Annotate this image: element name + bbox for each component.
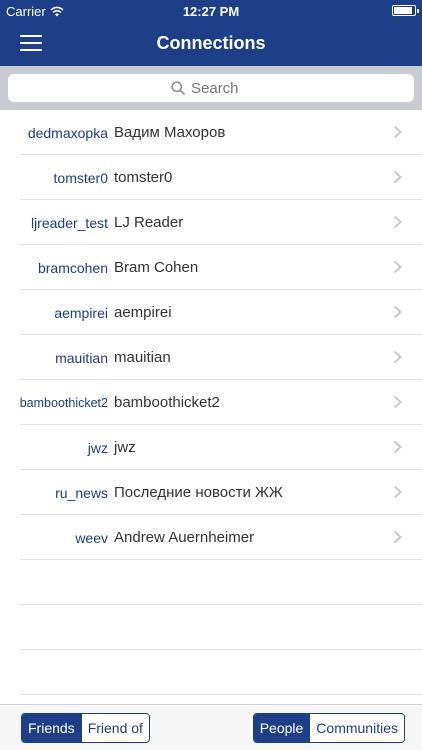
communities-tab[interactable]: Communities — [309, 714, 404, 742]
list-item[interactable]: ru_news Последние новости ЖЖ — [0, 470, 422, 515]
search-input[interactable] — [191, 79, 251, 97]
username-label: bamboothicket2 — [19, 395, 108, 410]
username-label: mauitian — [55, 349, 108, 366]
chevron-right-icon — [393, 395, 402, 409]
chevron-right-icon — [393, 305, 402, 319]
list-item[interactable]: dedmaxopka Вадим Махоров — [0, 110, 422, 155]
list-item[interactable]: ljreader_test LJ Reader — [0, 200, 422, 245]
status-time: 12:27 PM — [182, 4, 240, 19]
chevron-right-icon — [393, 440, 402, 454]
username-label: dedmaxopka — [27, 124, 108, 141]
empty-row — [0, 605, 422, 650]
list-item[interactable]: aempirei aempirei — [0, 290, 422, 335]
people-tab[interactable]: People — [253, 714, 310, 742]
display-name-label: Andrew Auernheimer — [114, 529, 255, 546]
friend-of-tab[interactable]: Friend of — [80, 714, 149, 742]
display-name-label: mauitian — [114, 349, 171, 366]
page-title: Connections — [156, 33, 266, 53]
search-field[interactable] — [8, 74, 414, 102]
search-bar — [0, 66, 422, 110]
status-bar: Carrier 12:27 PM — [0, 0, 422, 22]
display-name-label: Bram Cohen — [114, 259, 199, 276]
display-name-label: bamboothicket2 — [114, 394, 220, 411]
list-item[interactable]: tomster0 tomster0 — [0, 155, 422, 200]
navigation-bar: Connections — [0, 22, 422, 66]
list-item[interactable]: bramcohen Bram Cohen — [0, 245, 422, 290]
chevron-right-icon — [393, 170, 402, 184]
display-name-label: LJ Reader — [114, 214, 184, 231]
username-label: bramcohen — [37, 259, 108, 276]
battery-icon — [392, 5, 419, 16]
list-item[interactable]: weev Andrew Auernheimer — [0, 515, 422, 560]
username-label: ru_news — [55, 484, 108, 501]
chevron-right-icon — [393, 350, 402, 364]
display-name-label: jwz — [114, 439, 136, 456]
chevron-right-icon — [393, 485, 402, 499]
username-label: aempirei — [54, 304, 108, 321]
list-item[interactable]: jwz jwz — [0, 425, 422, 470]
username-label: tomster0 — [53, 169, 108, 186]
friends-tab[interactable]: Friends — [22, 714, 81, 742]
chevron-right-icon — [393, 215, 402, 229]
connections-list: dedmaxopka Вадим Махоров tomster0 tomste… — [0, 110, 422, 695]
list-item[interactable]: bamboothicket2 bamboothicket2 — [0, 380, 422, 425]
username-label: jwz — [87, 439, 108, 456]
chevron-right-icon — [393, 260, 402, 274]
search-icon — [171, 81, 185, 95]
empty-row — [0, 650, 422, 695]
display-name-label: Последние новости ЖЖ — [114, 484, 283, 501]
display-name-label: Вадим Махоров — [114, 124, 226, 141]
top-header: Carrier 12:27 PM Connections — [0, 0, 422, 66]
display-name-label: aempirei — [114, 304, 172, 321]
chevron-right-icon — [393, 125, 402, 139]
username-label: weev — [75, 529, 108, 546]
chevron-right-icon — [393, 530, 402, 544]
display-name-label: tomster0 — [114, 169, 173, 186]
list-item[interactable]: mauitian mauitian — [0, 335, 422, 380]
type-segmented-control: People Communities — [252, 713, 405, 743]
empty-row — [0, 560, 422, 605]
bottom-toolbar: Friends Friend of People Communities — [0, 704, 422, 750]
relation-segmented-control: Friends Friend of — [21, 713, 150, 743]
username-label: ljreader_test — [30, 214, 108, 231]
